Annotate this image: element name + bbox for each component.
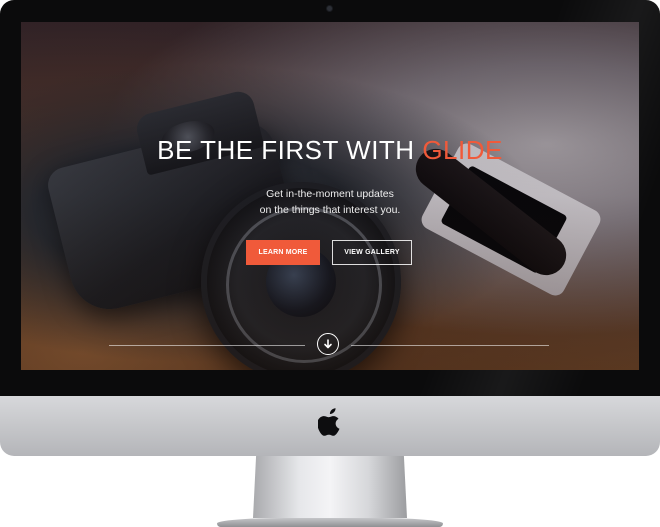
hero-subtitle: Get in-the-moment updates on the things … xyxy=(21,186,639,218)
apple-logo-icon xyxy=(318,408,340,436)
monitor-base xyxy=(217,518,443,527)
monitor-stand xyxy=(253,456,407,518)
monitor-screen: BE THE FIRST WITH GLIDE Get in-the-momen… xyxy=(21,22,639,370)
hero-title-main: BE THE FIRST WITH xyxy=(157,135,415,165)
webcam-icon xyxy=(327,6,332,11)
hero-title-accent: GLIDE xyxy=(422,135,503,165)
learn-more-button[interactable]: LEARN MORE xyxy=(246,240,320,265)
hero-title: BE THE FIRST WITH GLIDE xyxy=(21,135,639,166)
divider-left xyxy=(109,345,305,346)
divider-right xyxy=(351,345,549,346)
hero-subtitle-line-2: on the things that interest you. xyxy=(259,204,401,216)
view-gallery-button[interactable]: VIEW GALLERY xyxy=(332,240,412,265)
hero-subtitle-line-1: Get in-the-moment updates xyxy=(266,188,394,200)
scroll-down-button[interactable] xyxy=(317,333,339,355)
arrow-down-icon xyxy=(324,339,332,349)
